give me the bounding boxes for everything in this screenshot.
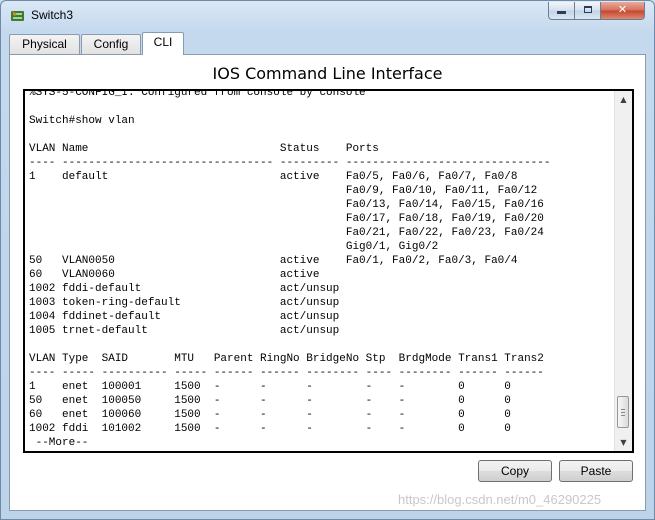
- maximize-button[interactable]: [575, 2, 601, 20]
- tab-physical[interactable]: Physical: [9, 34, 80, 54]
- minimize-icon: [557, 11, 566, 14]
- watermark-text: https://blog.csdn.net/m0_46290225: [398, 492, 602, 507]
- cli-panel: IOS Command Line Interface %SYS-5-CONFIG…: [9, 54, 646, 511]
- close-button[interactable]: ✕: [601, 2, 645, 20]
- title-bar[interactable]: Switch3 ✕: [1, 1, 654, 31]
- scroll-up-icon[interactable]: ▲: [615, 91, 632, 108]
- maximize-icon: [583, 6, 592, 13]
- switch-app-icon: [11, 10, 24, 21]
- grip-line: [621, 409, 625, 410]
- cli-output[interactable]: %SYS-5-CONFIG_I: Configured from console…: [29, 91, 551, 450]
- app-window: Switch3 ✕ Physical Config CLI IOS Comman…: [0, 0, 655, 520]
- scroll-thumb[interactable]: [617, 396, 629, 428]
- copy-button[interactable]: Copy: [478, 460, 552, 482]
- close-icon: ✕: [617, 3, 628, 16]
- console-scrollbar[interactable]: ▲ ▼: [614, 91, 632, 451]
- cli-heading: IOS Command Line Interface: [212, 64, 443, 83]
- tab-config[interactable]: Config: [81, 34, 141, 54]
- window-title: Switch3: [31, 8, 74, 22]
- tab-cli[interactable]: CLI: [142, 32, 184, 55]
- grip-line: [621, 412, 625, 413]
- scroll-down-icon[interactable]: ▼: [615, 434, 632, 451]
- cli-console[interactable]: %SYS-5-CONFIG_I: Configured from console…: [23, 89, 634, 453]
- grip-line: [621, 415, 625, 416]
- paste-button[interactable]: Paste: [559, 460, 633, 482]
- minimize-button[interactable]: [548, 2, 575, 20]
